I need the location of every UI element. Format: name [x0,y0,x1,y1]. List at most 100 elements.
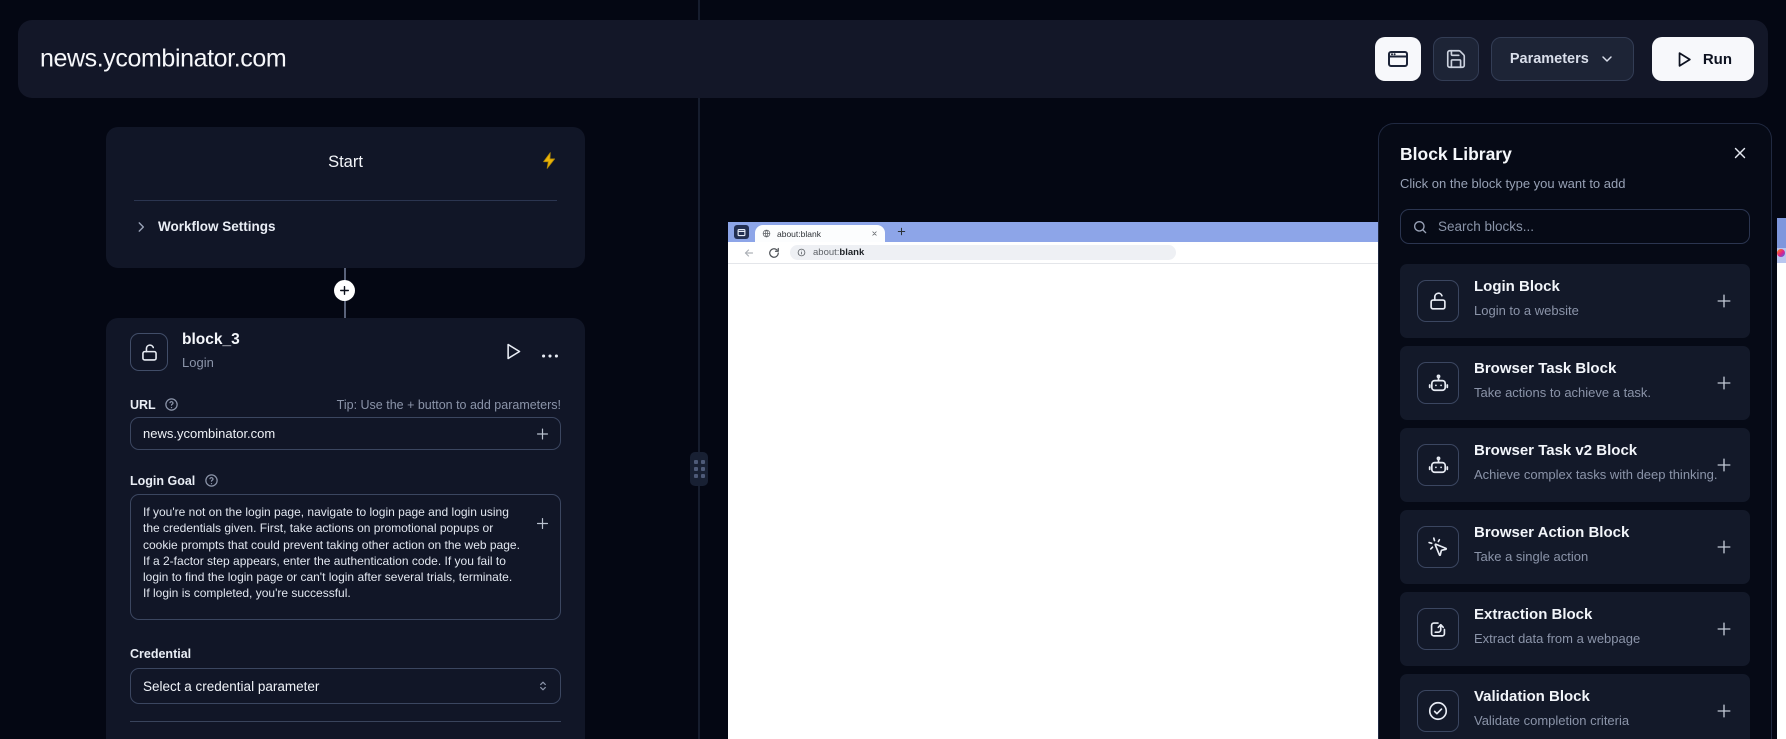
new-tab-button[interactable] [896,226,907,237]
app-window-icon [1386,47,1410,71]
add-parameter-plus-icon[interactable] [534,425,551,442]
block-item-name: Browser Task Block [1474,360,1616,377]
add-block-connector-button[interactable] [334,280,355,301]
block-item-description: Extract data from a webpage [1474,631,1640,646]
workflow-builder-app: news.ycombinator.com Parameters [0,0,1786,739]
background-window-tab-strip-sliver [1777,218,1786,248]
block-item-description: Login to a website [1474,303,1579,318]
parameters-label: Parameters [1510,51,1589,67]
reload-icon[interactable] [768,247,780,259]
start-node-title: Start [106,153,585,172]
add-block-plus-icon[interactable] [1714,537,1734,557]
browser-toolbar: about:blank [728,242,1378,264]
url-label: URL [130,398,156,412]
block-library-item[interactable]: Login Block Login to a website [1400,264,1750,338]
close-icon[interactable] [1731,144,1749,162]
block-library-list: Login Block Login to a website Browser T… [1400,264,1750,739]
plus-icon [338,284,351,297]
block-item-description: Achieve complex tasks with deep thinking… [1474,467,1718,482]
block-name: block_3 [182,331,240,349]
run-button[interactable]: Run [1652,37,1754,81]
header-bar: news.ycombinator.com Parameters [18,20,1768,98]
block-item-description: Take actions to achieve a task. [1474,385,1651,400]
grip-dots-icon [694,460,705,478]
save-icon [1445,48,1467,70]
browser-page-content [728,265,1378,739]
block-library-panel: Block Library Click on the block type yo… [1378,123,1772,739]
split-drag-handle[interactable] [690,452,708,486]
block-item-name: Browser Action Block [1474,524,1629,541]
start-card-divider [134,200,557,201]
block-item-name: Browser Task v2 Block [1474,442,1637,459]
extract-icon [1417,608,1459,650]
help-circle-icon[interactable] [204,473,219,488]
chevrons-up-down-icon [536,679,550,693]
search-icon [1412,219,1428,235]
add-parameter-plus-icon[interactable] [534,515,551,532]
play-icon [1674,50,1693,69]
url-tip-text: Tip: Use the + button to add parameters! [337,398,561,412]
block-section-divider [130,721,561,722]
url-input[interactable] [131,418,560,449]
start-node-card[interactable]: Start Workflow Settings [106,127,585,268]
run-block-button[interactable] [502,341,523,362]
workflow-settings-toggle[interactable]: Workflow Settings [134,219,276,234]
block-item-name: Extraction Block [1474,606,1592,623]
bot-icon [1417,444,1459,486]
credential-select[interactable]: Select a credential parameter [130,668,561,704]
block-library-item[interactable]: Extraction Block Extract data from a web… [1400,592,1750,666]
search-box [1400,209,1750,244]
bot-icon [1417,362,1459,404]
block-item-name: Login Block [1474,278,1560,295]
search-input[interactable] [1428,219,1749,234]
tab-title: about:blank [777,229,821,239]
login-goal-label: Login Goal [130,474,195,488]
browser-tab[interactable]: about:blank [755,225,885,242]
parameters-button[interactable]: Parameters [1491,37,1634,81]
globe-icon [762,229,771,238]
run-label: Run [1703,51,1732,68]
canvas-split-divider [698,0,700,739]
add-block-plus-icon[interactable] [1714,701,1734,721]
chevron-down-icon [1599,51,1615,67]
block-library-item[interactable]: Browser Action Block Take a single actio… [1400,510,1750,584]
credential-label: Credential [130,647,191,661]
add-block-plus-icon[interactable] [1714,373,1734,393]
lightning-bolt-icon [540,151,559,170]
browser-preview-viewport[interactable]: about:blank about:blank [728,222,1378,739]
address-bar[interactable]: about:blank [790,245,1176,260]
favicon-dot-icon [1777,249,1785,257]
block-library-item[interactable]: Browser Task v2 Block Achieve complex ta… [1400,428,1750,502]
block-library-item[interactable]: Validation Block Validate completion cri… [1400,674,1750,739]
info-circle-icon[interactable] [797,248,806,257]
lock-open-icon [1417,280,1459,322]
address-text: about:blank [813,247,864,258]
block-options-menu-button[interactable] [539,345,561,367]
credential-select-value: Select a credential parameter [131,679,319,694]
check-circle-icon [1417,690,1459,732]
mouse-pointer-click-icon [1417,526,1459,568]
login-block-node-card[interactable]: block_3 Login URL Tip: Use the + button … [106,318,585,739]
background-window-page-sliver [1777,263,1786,739]
block-item-description: Validate completion criteria [1474,713,1629,728]
back-icon[interactable] [743,247,755,259]
block-item-description: Take a single action [1474,549,1588,564]
login-goal-text: If you're not on the login page, navigat… [131,495,560,611]
block-library-item[interactable]: Browser Task Block Take actions to achie… [1400,346,1750,420]
url-field-row: URL Tip: Use the + button to add paramet… [130,397,561,412]
help-circle-icon[interactable] [164,397,179,412]
add-block-plus-icon[interactable] [1714,291,1734,311]
tab-close-icon[interactable] [871,230,878,237]
login-goal-textarea[interactable]: If you're not on the login page, navigat… [130,494,561,620]
add-block-plus-icon[interactable] [1714,455,1734,475]
header-controls: Parameters Run [1375,37,1754,81]
workflow-title: news.ycombinator.com [40,45,286,74]
save-button[interactable] [1433,37,1479,81]
add-block-plus-icon[interactable] [1714,619,1734,639]
chevron-right-icon [134,220,148,234]
block-library-subtitle: Click on the block type you want to add [1400,176,1625,191]
lock-open-icon [130,333,168,371]
browser-view-button[interactable] [1375,37,1421,81]
block-item-name: Validation Block [1474,688,1590,705]
tab-search-icon[interactable] [734,225,749,239]
